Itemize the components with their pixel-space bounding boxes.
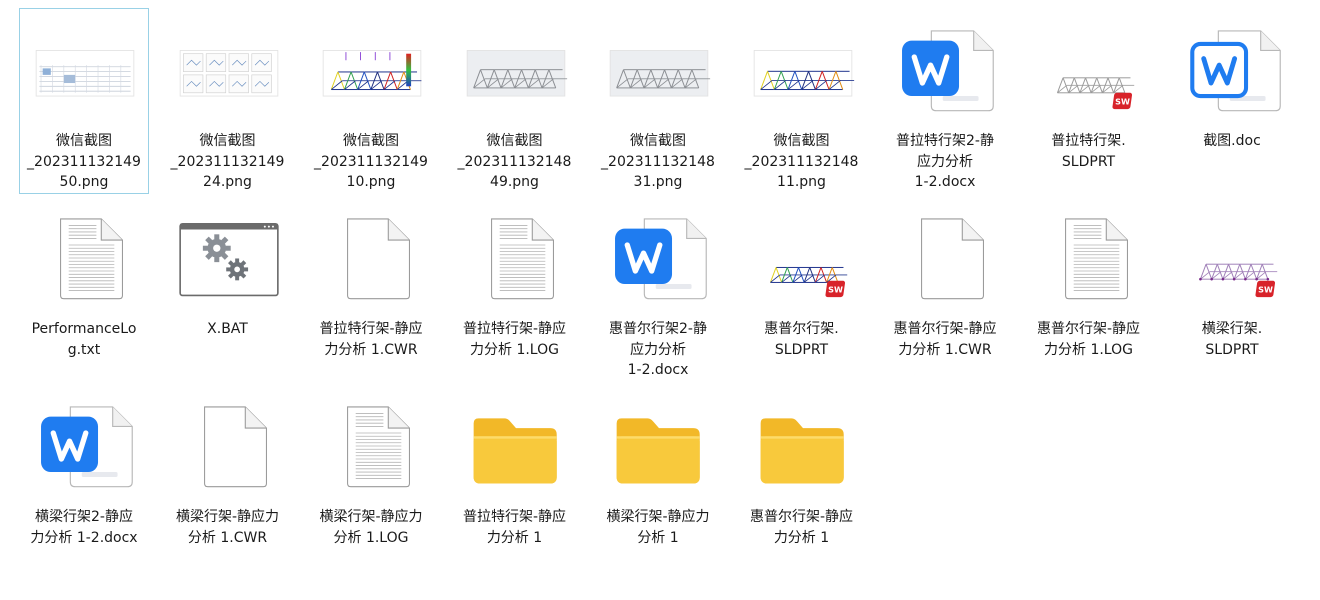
- file-name-label: PerformanceLo g.txt: [31, 321, 137, 358]
- wps-writer-outline-icon: [1176, 15, 1290, 125]
- solidworks-part-icon: SW: [1176, 203, 1290, 313]
- file-name-label: 横梁行架. SLDPRT: [1201, 321, 1263, 358]
- file-item-log[interactable]: 横梁行架-静应力 分析 1.LOG: [306, 384, 436, 570]
- solidworks-part-icon: SW: [1033, 15, 1147, 125]
- file-item-txt[interactable]: PerformanceLo g.txt: [19, 196, 149, 382]
- file-name-label: 普拉特行架2-静 应力分析 1-2.docx: [896, 133, 994, 190]
- file-item-docx[interactable]: 横梁行架2-静应 力分析 1-2.docx: [19, 384, 149, 570]
- file-name-label: 惠普尔行架. SLDPRT: [764, 321, 839, 358]
- file-name-label: 微信截图 _202311132148 11.png: [744, 133, 859, 190]
- blank-file-icon: [315, 203, 429, 313]
- file-item-folder[interactable]: 惠普尔行架-静应 力分析 1: [737, 384, 867, 570]
- file-item-sldprt[interactable]: SW 横梁行架. SLDPRT: [1167, 196, 1297, 382]
- file-item-cwr[interactable]: 惠普尔行架-静应 力分析 1.CWR: [880, 196, 1010, 382]
- file-name-label: 惠普尔行架-静应 力分析 1: [749, 509, 854, 546]
- image-thumbnail-table-icon: [28, 15, 142, 125]
- file-item-docx[interactable]: 普拉特行架2-静 应力分析 1-2.docx: [880, 8, 1010, 194]
- image-thumbnail-truss-icon: [602, 15, 716, 125]
- file-name-label: 截图.doc: [1203, 133, 1261, 149]
- file-item-png-screenshot[interactable]: 微信截图 _202311132148 49.png: [450, 8, 580, 194]
- file-name-label: 惠普尔行架-静应 力分析 1.LOG: [1036, 321, 1141, 358]
- blank-file-icon: [889, 203, 1003, 313]
- file-item-png-screenshot[interactable]: 微信截图 _202311132148 31.png: [593, 8, 723, 194]
- image-thumbnail-truss-icon: [459, 15, 573, 125]
- file-name-label: 横梁行架-静应力 分析 1.LOG: [319, 509, 423, 546]
- file-item-png-screenshot[interactable]: 微信截图 _202311132149 24.png: [163, 8, 293, 194]
- svg-text:SW: SW: [1115, 97, 1130, 107]
- file-name-label: 惠普尔行架2-静 应力分析 1-2.docx: [609, 321, 707, 378]
- folder-icon: [459, 391, 573, 501]
- svg-text:SW: SW: [1258, 285, 1273, 295]
- file-name-label: 横梁行架-静应力 分析 1: [606, 509, 710, 546]
- file-item-png-screenshot[interactable]: 微信截图 _202311132148 11.png: [737, 8, 867, 194]
- file-item-png-screenshot[interactable]: 微信截图 _202311132149 50.png: [19, 8, 149, 194]
- file-item-doc[interactable]: 截图.doc: [1167, 8, 1297, 194]
- file-name-label: 横梁行架2-静应 力分析 1-2.docx: [30, 509, 138, 546]
- text-file-icon: [1033, 203, 1147, 313]
- solidworks-part-icon: SW: [746, 203, 860, 313]
- file-item-log[interactable]: 普拉特行架-静应 力分析 1.LOG: [450, 196, 580, 382]
- file-item-png-screenshot[interactable]: 微信截图 _202311132149 10.png: [306, 8, 436, 194]
- folder-icon: [746, 391, 860, 501]
- file-item-folder[interactable]: 普拉特行架-静应 力分析 1: [450, 384, 580, 570]
- file-item-docx[interactable]: 惠普尔行架2-静 应力分析 1-2.docx: [593, 196, 723, 382]
- text-file-icon: [459, 203, 573, 313]
- file-item-folder[interactable]: 横梁行架-静应力 分析 1: [593, 384, 723, 570]
- text-file-icon: [315, 391, 429, 501]
- image-thumbnail-grid-icon: [172, 15, 286, 125]
- file-name-label: X.BAT: [207, 321, 248, 337]
- file-name-label: 惠普尔行架-静应 力分析 1.CWR: [893, 321, 997, 358]
- file-name-label: 微信截图 _202311132149 10.png: [314, 133, 428, 190]
- file-item-bat[interactable]: X.BAT: [163, 196, 293, 382]
- file-item-sldprt[interactable]: SW 普拉特行架. SLDPRT: [1024, 8, 1154, 194]
- file-name-label: 微信截图 _202311132148 31.png: [601, 133, 715, 190]
- batch-gears-icon: [172, 203, 286, 313]
- file-name-label: 微信截图 _202311132149 24.png: [170, 133, 285, 190]
- file-name-label: 普拉特行架-静应 力分析 1.CWR: [319, 321, 423, 358]
- file-item-cwr[interactable]: 普拉特行架-静应 力分析 1.CWR: [306, 196, 436, 382]
- wps-writer-icon: [28, 391, 142, 501]
- file-item-sldprt[interactable]: SW 惠普尔行架. SLDPRT: [737, 196, 867, 382]
- image-thumbnail-colored-truss-icon: [746, 15, 860, 125]
- file-item-cwr[interactable]: 横梁行架-静应力 分析 1.CWR: [163, 384, 293, 570]
- blank-file-icon: [172, 391, 286, 501]
- file-name-label: 横梁行架-静应力 分析 1.CWR: [175, 509, 280, 546]
- text-file-icon: [28, 203, 142, 313]
- file-name-label: 普拉特行架. SLDPRT: [1051, 133, 1126, 170]
- wps-writer-icon: [602, 203, 716, 313]
- image-thumbnail-stress-icon: [315, 15, 429, 125]
- file-item-log[interactable]: 惠普尔行架-静应 力分析 1.LOG: [1024, 196, 1154, 382]
- wps-writer-icon: [889, 15, 1003, 125]
- file-name-label: 微信截图 _202311132149 50.png: [27, 133, 141, 190]
- svg-text:SW: SW: [828, 285, 843, 295]
- file-name-label: 普拉特行架-静应 力分析 1: [462, 509, 567, 546]
- file-grid: 微信截图 _202311132149 50.png 微信截图 _20231113…: [0, 0, 1320, 600]
- file-name-label: 微信截图 _202311132148 49.png: [457, 133, 572, 190]
- file-name-label: 普拉特行架-静应 力分析 1.LOG: [462, 321, 567, 358]
- folder-icon: [602, 391, 716, 501]
